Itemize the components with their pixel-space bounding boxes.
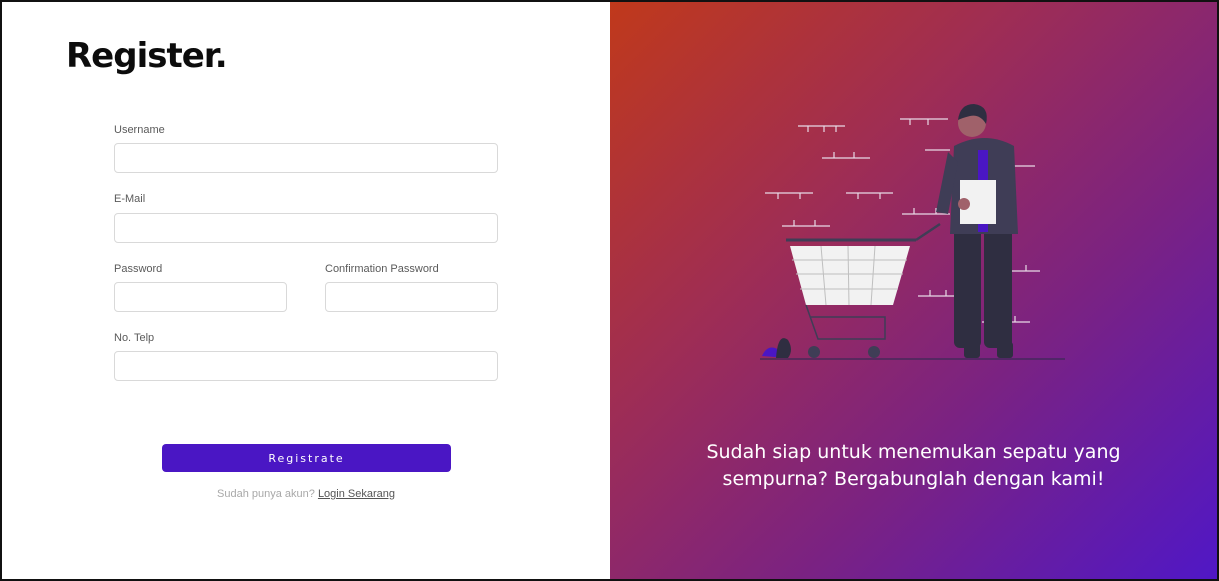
plant-icon (762, 338, 791, 358)
login-prompt: Sudah punya akun? Login Sekarang (2, 488, 610, 500)
login-link[interactable]: Login Sekarang (318, 488, 395, 500)
username-label: Username (114, 124, 165, 136)
confirm-password-input[interactable] (325, 282, 498, 312)
password-input[interactable] (114, 282, 287, 312)
password-label: Password (114, 263, 163, 275)
person-figure (936, 104, 1018, 358)
confirm-password-label: Confirmation Password (325, 263, 439, 275)
promo-panel: Sudah siap untuk menemukan sepatu yang s… (610, 2, 1217, 579)
page-title: Register. (66, 36, 228, 76)
email-input[interactable] (114, 213, 498, 243)
email-label: E-Mail (114, 193, 146, 205)
promo-tagline: Sudah siap untuk menemukan sepatu yang s… (706, 441, 1121, 490)
login-prompt-text: Sudah punya akun? (217, 488, 315, 500)
phone-label: No. Telp (114, 332, 155, 344)
phone-input[interactable] (114, 351, 498, 381)
username-input[interactable] (114, 143, 498, 173)
register-form-panel: Register. Username E-Mail Password Confi… (2, 2, 610, 579)
registrate-button[interactable]: Registrate (162, 444, 451, 472)
register-page: Register. Username E-Mail Password Confi… (0, 0, 1219, 581)
shopping-cart-icon (786, 222, 941, 358)
